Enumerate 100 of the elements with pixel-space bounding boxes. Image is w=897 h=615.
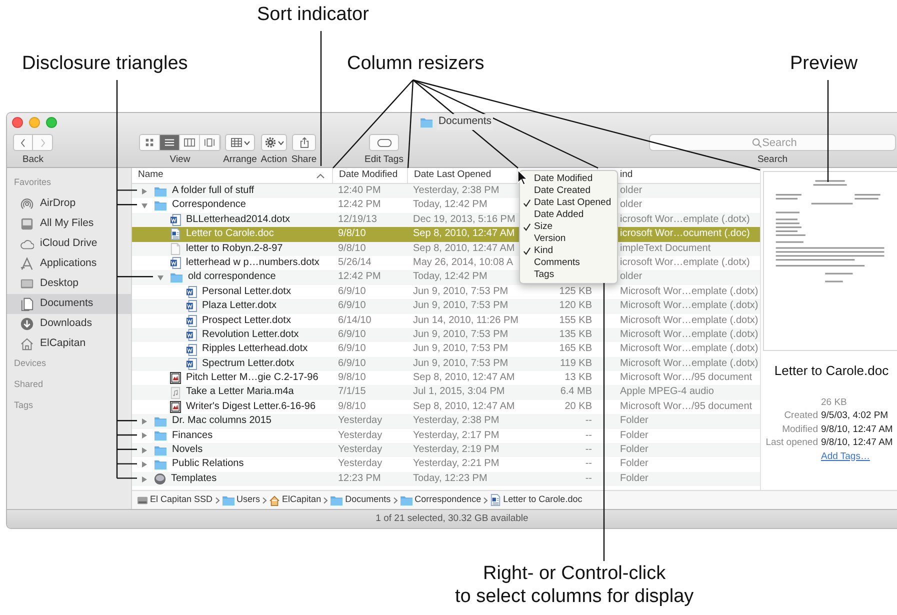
status-text: 1 of 21 selected, 30.32 GB available (376, 512, 528, 526)
file-size: 119 KB (560, 358, 592, 369)
sidebar-heading: Tags (13, 399, 34, 412)
sidebar-heading: Shared (13, 378, 44, 391)
detail-value: 9/5/03, 4:02 PM (821, 410, 890, 422)
date-modified: 9/8/10 (338, 228, 366, 240)
file-size: 13 KB (564, 372, 592, 384)
preview-filename: Letter to Carole.doc (773, 362, 890, 380)
file-kind: older (620, 271, 642, 282)
date-last-opened: Today, 12:42 PM (413, 271, 488, 282)
file-name: Prospect Letter.dotx (202, 314, 291, 328)
callout-label: Right- or Control-click to select columns for display (455, 563, 694, 609)
file-kind: impleText Document (620, 242, 711, 254)
file-kind: Microsoft Wor…emplate (.dotx) (620, 328, 758, 340)
date-modified: Yesterday (338, 430, 382, 441)
date-modified: Yesterday (338, 415, 382, 426)
date-modified: 12:42 PM (338, 199, 381, 210)
file-size: -- (585, 458, 592, 470)
toolbar-label: Search (757, 154, 788, 165)
file-kind: Microsoft Wor…/95 document (620, 372, 752, 384)
file-kind: Folder (620, 444, 648, 456)
file-name: Spectrum Letter.dotx (202, 356, 294, 371)
file-name: Pitch Letter M…gie C.2-17-96 (186, 371, 318, 386)
file-name: Finances (172, 428, 213, 443)
file-kind: icrosoft Wor…emplate (.dotx) (620, 214, 750, 225)
date-last-opened: Sep 8, 2010, 12:47 AM (413, 372, 515, 384)
date-modified: 9/8/10 (338, 400, 366, 412)
file-name: Templates (171, 472, 217, 486)
callout-label: Column resizers (347, 53, 484, 76)
callout-label: Disclosure triangles (22, 53, 188, 76)
file-kind: Microsoft Wor…emplate (.dotx) (620, 343, 758, 354)
toolbar-label: Action (260, 154, 288, 165)
file-kind: Folder (620, 458, 648, 470)
file-name: letter to Robyn.2-8-97 (186, 242, 283, 256)
date-last-opened: Today, 12:23 PM (413, 472, 488, 484)
file-kind: Folder (620, 415, 648, 426)
file-name: Correspondence (172, 198, 246, 212)
file-size: 26 KB (821, 396, 848, 409)
file-size: -- (585, 472, 592, 484)
date-last-opened: Yesterday, 2:38 PM (413, 415, 500, 426)
file-kind: Microsoft Wor…emplate (.dotx) (620, 286, 758, 297)
date-modified: 12:40 PM (338, 185, 381, 196)
file-size: 20 KB (564, 400, 592, 412)
date-last-opened: May 26, 2014, 10:08 A (413, 256, 514, 268)
file-name: Novels (172, 443, 203, 458)
file-name: Writer's Digest Letter.6-16-96 (186, 400, 316, 414)
file-size: 120 KB (559, 300, 592, 312)
detail-value: 9/8/10, 12:47 AM (821, 437, 894, 450)
date-modified: 12/19/13 (338, 214, 377, 225)
date-last-opened: Today, 12:42 PM (413, 199, 488, 210)
date-modified: 9/8/10 (338, 242, 366, 254)
file-kind: Folder (620, 472, 648, 484)
date-last-opened: Jun 9, 2010, 7:53 PM (413, 300, 508, 312)
date-modified: 6/9/10 (338, 343, 366, 354)
callout-label: Sort indicator (257, 4, 369, 27)
toolbar-label: Back (22, 154, 44, 165)
file-name: letterhead w p…numbers.dotx (186, 256, 320, 270)
file-size: 125 KB (559, 286, 592, 297)
file-kind: icrosoft Wor…ocument (.doc) (620, 228, 750, 240)
file-kind: older (620, 185, 642, 196)
file-size: 135 KB (559, 328, 592, 340)
file-name: Personal Letter.dotx (202, 284, 291, 299)
file-name: Revolution Letter.dotx (202, 328, 299, 342)
date-modified: 6/9/10 (338, 286, 366, 297)
date-modified: 5/26/14 (338, 256, 372, 268)
detail-label: Modified (781, 424, 818, 436)
date-modified: Yesterday (338, 458, 382, 470)
file-name: Public Relations (172, 457, 244, 472)
date-modified: 9/8/10 (338, 372, 366, 384)
toolbar-label: Share (291, 154, 317, 165)
file-size: 165 KB (559, 343, 592, 354)
file-name: BLLetterhead2014.dotx (186, 212, 290, 227)
toolbar-label: View (170, 154, 190, 165)
date-modified: Yesterday (338, 444, 382, 456)
file-kind: Microsoft Wor…emplate (.dotx) (620, 314, 758, 326)
date-last-opened: Sep 8, 2010, 12:47 AM (413, 242, 515, 254)
callout-label: Preview (790, 53, 858, 76)
detail-label: Last opened (764, 437, 818, 450)
date-modified: 6/9/10 (338, 300, 366, 312)
date-last-opened: Jun 9, 2010, 7:53 PM (413, 286, 508, 297)
detail-label: Created (783, 410, 818, 422)
date-last-opened: Jun 9, 2010, 7:53 PM (413, 358, 508, 369)
date-modified: 6/9/10 (338, 358, 366, 369)
toolbar-label: Edit Tags (364, 154, 404, 165)
file-kind: Apple MPEG-4 audio (620, 386, 714, 398)
date-last-opened: Dec 19, 2013, 5:16 PM (413, 214, 516, 225)
file-kind: Microsoft Wor…emplate (.dotx) (620, 358, 758, 369)
file-name: Letter to Carole.doc (186, 227, 274, 242)
date-last-opened: Jun 9, 2010, 7:53 PM (413, 343, 508, 354)
file-size: 6.4 MB (560, 386, 592, 398)
date-modified: 12:23 PM (338, 472, 381, 484)
date-last-opened: Jun 9, 2010, 7:53 PM (413, 328, 508, 340)
file-kind: Microsoft Wor…emplate (.dotx) (620, 300, 758, 312)
date-modified: 6/9/10 (338, 328, 366, 340)
file-kind: older (620, 199, 642, 210)
date-last-opened: Sep 8, 2010, 12:47 AM (413, 228, 515, 240)
file-kind: Microsoft Wor…/95 document (620, 400, 752, 412)
file-size: -- (585, 430, 592, 441)
file-kind: Folder (620, 430, 648, 441)
date-last-opened: Yesterday, 2:38 PM (413, 185, 500, 196)
